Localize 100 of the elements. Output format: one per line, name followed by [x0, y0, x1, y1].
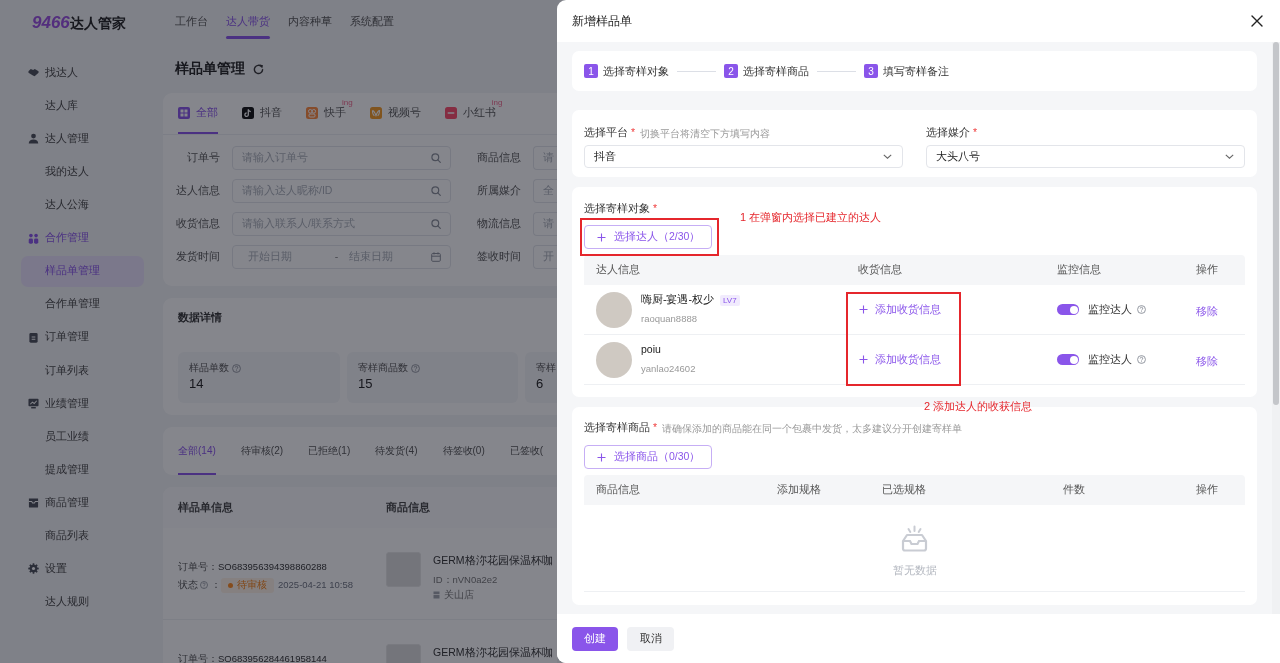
close-icon[interactable]	[1251, 15, 1263, 27]
toggle-switch[interactable]	[1057, 304, 1079, 315]
plus-icon	[859, 305, 868, 314]
empty-tray-icon	[899, 524, 930, 553]
sidebar-group[interactable]: 合作管理	[0, 221, 160, 255]
field-label: 选择平台 *	[584, 125, 636, 141]
help-icon	[1137, 355, 1146, 364]
step-connector	[817, 70, 856, 72]
tile-icon	[444, 106, 457, 119]
status-tab[interactable]: 已拒绝(1)	[308, 427, 351, 475]
column-header: 添加规格	[777, 482, 822, 498]
butterfly-icon	[369, 106, 382, 119]
sidebar-group[interactable]: 设置	[0, 552, 160, 586]
remove-link[interactable]: 移除	[1196, 303, 1218, 320]
select-field[interactable]: 抖音	[584, 145, 903, 168]
tab-superscript: ing	[491, 98, 503, 107]
status-tab[interactable]: 全部(14)	[178, 427, 216, 475]
nav-tab[interactable]: 达人带货	[226, 0, 270, 44]
stat-label: 寄样商品数	[358, 362, 408, 374]
store-name: 关山店	[444, 588, 474, 602]
platform-tab[interactable]: 小红书 ing	[444, 93, 503, 134]
platform-tab[interactable]: 视频号	[369, 93, 421, 134]
stat-value: 15	[358, 375, 374, 393]
filter-label: 收货信息	[175, 216, 220, 232]
sidebar-item[interactable]: 我的达人	[21, 156, 144, 188]
status-tab[interactable]: 待审核(2)	[240, 427, 284, 475]
influencer-name: poiu	[641, 342, 661, 358]
order-time: 2025-04-21 10:58	[278, 577, 353, 592]
field-label: 选择寄样对象 *	[584, 201, 658, 217]
nav-tab[interactable]: 内容种草	[288, 0, 332, 44]
sidebar-item[interactable]: 达人规则	[21, 586, 144, 618]
stat-label: 样品单数	[189, 362, 229, 374]
platform-tab[interactable]: 全部	[178, 93, 218, 134]
column-header: 操作	[1196, 262, 1219, 278]
platform-tab[interactable]: 抖音	[242, 93, 282, 134]
sidebar-item[interactable]: 商品列表	[21, 520, 144, 552]
sidebar-item[interactable]: 提成管理	[21, 454, 144, 486]
account-id: raoquan8888	[641, 312, 698, 326]
help-icon	[200, 581, 208, 589]
sidebar-group[interactable]: 商品管理	[0, 486, 160, 520]
status-tab[interactable]: 待签收(0)	[442, 427, 485, 475]
product-id: ID：nVN0a2e2	[433, 573, 499, 587]
sidebar-group[interactable]: 达人管理	[0, 122, 160, 156]
sidebar-item[interactable]: 样品单管理	[21, 255, 144, 287]
help-icon	[1137, 305, 1146, 314]
stat-label: 寄样	[536, 362, 556, 374]
column-header: 达人信息	[596, 262, 641, 278]
nav-tab[interactable]: 工作台	[175, 0, 208, 44]
sidebar-item[interactable]: 达人库	[21, 90, 144, 122]
empty-text: 暂无数据	[892, 563, 937, 577]
chevron-down-icon	[1225, 154, 1234, 159]
sidebar-item[interactable]: 合作单管理	[21, 288, 144, 320]
sidebar-group[interactable]: 找达人	[0, 56, 160, 90]
sidebar-item[interactable]: 员工业绩	[21, 421, 144, 453]
step-label: 选择寄样商品	[743, 63, 809, 79]
status-tab[interactable]: 已签收(	[509, 427, 544, 475]
search-icon	[431, 219, 441, 229]
sidebar-group[interactable]: 订单管理	[0, 320, 160, 354]
annotation-note: 2 添加达人的收获信息	[924, 399, 1033, 413]
column-header: 监控信息	[1057, 262, 1102, 278]
remove-link[interactable]: 移除	[1196, 353, 1218, 370]
sidebar-item[interactable]: 达人公海	[21, 189, 144, 221]
nav-tab[interactable]: 系统配置	[350, 0, 394, 44]
store-icon	[433, 590, 440, 599]
order-label: 订单号：	[178, 559, 218, 574]
column-header: 收货信息	[858, 262, 903, 278]
search-icon	[431, 186, 441, 196]
drawer-title: 新增样品单	[572, 13, 632, 30]
toggle-switch[interactable]	[1057, 354, 1079, 365]
platform-tab[interactable]: 快手 ing	[306, 93, 353, 134]
filter-label: 所属媒介	[476, 183, 521, 199]
search-icon	[431, 153, 441, 163]
cancel-button[interactable]: 取消	[627, 626, 674, 651]
column-header: 已选规格	[882, 482, 927, 498]
select-influencer-button[interactable]: 选择达人（2/30）	[584, 225, 712, 249]
select-product-button[interactable]: 选择商品（0/30）	[584, 445, 712, 469]
stat-value: 14	[189, 375, 205, 393]
select-field[interactable]: 大头八号	[926, 145, 1245, 168]
step-label: 选择寄样对象	[603, 63, 669, 79]
status-tab[interactable]: 待发货(4)	[375, 427, 418, 475]
order-number: SO683956394398860288	[218, 559, 327, 574]
annotation-note: 1 在弹窗内选择已建立的达人	[740, 210, 882, 224]
sidebar-item[interactable]: 订单列表	[21, 354, 144, 386]
column-header: 商品信息	[596, 482, 641, 498]
refresh-icon[interactable]	[253, 64, 264, 75]
product-name: GERM格沵花园保温杯咖	[433, 553, 553, 568]
sidebar-group[interactable]: 业绩管理	[0, 386, 160, 421]
page-title: 样品单管理	[175, 60, 245, 79]
status-dot-icon	[228, 582, 233, 588]
filter-label: 订单号	[186, 150, 220, 166]
add-address-link[interactable]: 添加收货信息	[858, 301, 941, 318]
scrollbar-thumb[interactable]	[1273, 42, 1279, 405]
column-header: 操作	[1196, 482, 1219, 498]
field-hint: 切换平台将清空下方填写内容	[640, 126, 771, 141]
create-button[interactable]: 创建	[572, 626, 618, 651]
stat-value: 6	[536, 375, 545, 393]
monitor-label: 监控达人	[1088, 301, 1132, 317]
add-address-link[interactable]: 添加收货信息	[858, 351, 941, 368]
plus-icon	[597, 232, 606, 242]
tray-icon	[28, 497, 39, 509]
